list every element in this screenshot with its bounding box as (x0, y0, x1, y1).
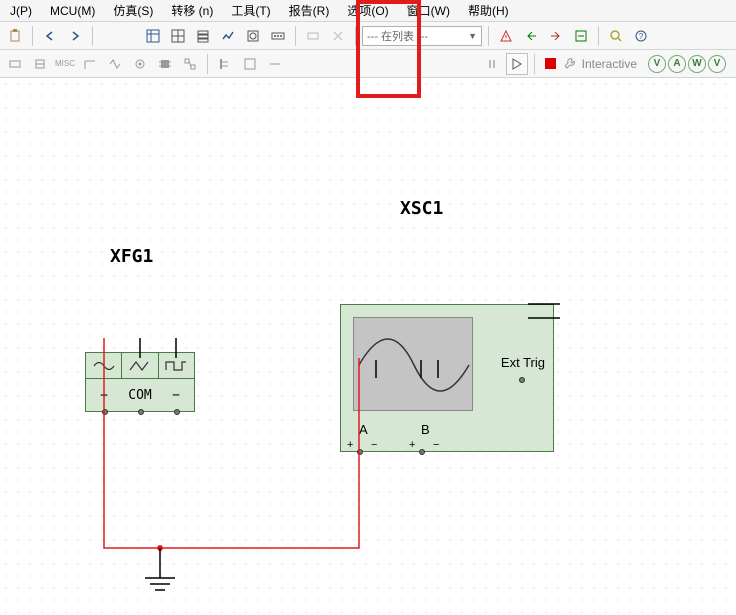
spreadsheet-icon[interactable] (167, 25, 189, 47)
schematic-canvas[interactable]: XFG1 + COM − XSC1 Ext Trig A B + − + − (0, 78, 736, 615)
menu-reports[interactable]: 报告(R) (281, 0, 338, 22)
menu-label: 窗口(W) (407, 4, 450, 18)
pin-ch-a[interactable] (357, 449, 363, 455)
menu-label: J(P) (10, 4, 32, 18)
forward-annotate-icon[interactable] (545, 25, 567, 47)
separator (295, 26, 296, 46)
ultiboard-icon[interactable] (570, 25, 592, 47)
postprocessor-icon[interactable] (242, 25, 264, 47)
separator (207, 54, 208, 74)
pin-com[interactable] (138, 409, 144, 415)
component-icon (327, 25, 349, 47)
stop-icon[interactable] (545, 58, 556, 69)
function-generator-xfg1[interactable]: + COM − (85, 352, 195, 412)
menu-label: 选项(O) (347, 4, 388, 18)
menu-label: 仿真(S) (113, 4, 153, 18)
electromech-icon[interactable] (104, 53, 126, 75)
junction-icon[interactable] (239, 53, 261, 75)
xsc1-label: XSC1 (400, 198, 443, 219)
toolbar-main: --- 在列表 --- ▼ ? (0, 22, 736, 50)
separator (355, 26, 356, 46)
menu-label: 转移 (n) (171, 4, 213, 18)
menu-label: MCU(M) (50, 4, 95, 18)
menu-bar: J(P) MCU(M) 仿真(S) 转移 (n) 工具(T) 报告(R) 选项(… (0, 0, 736, 22)
paste-icon[interactable] (4, 25, 26, 47)
separator (92, 26, 93, 46)
text-icon[interactable] (264, 53, 286, 75)
channel-b-label: B (421, 422, 430, 437)
triangle-wave-icon[interactable] (122, 353, 158, 378)
menu-transfer[interactable]: 转移 (n) (163, 0, 221, 22)
probe-badges: V A W V (648, 55, 726, 73)
com-terminal: COM (122, 388, 158, 403)
back-annotate-icon[interactable] (520, 25, 542, 47)
redo-icon[interactable] (64, 25, 86, 47)
probe-a-icon[interactable]: A (668, 55, 686, 73)
database-icon[interactable] (192, 25, 214, 47)
search-icon[interactable] (605, 25, 627, 47)
minus-terminal: − (158, 388, 194, 403)
erc-icon[interactable] (495, 25, 517, 47)
component-wizard-icon (302, 25, 324, 47)
menu-tools[interactable]: 工具(T) (223, 0, 278, 22)
pin-ext-trig[interactable] (519, 377, 525, 383)
misc-icon[interactable]: MISC (54, 53, 76, 75)
menu-window[interactable]: 窗口(W) (399, 0, 458, 22)
undo-icon[interactable] (39, 25, 61, 47)
separator (534, 54, 535, 74)
channel-a-label: A (359, 422, 368, 437)
pin-plus[interactable] (102, 409, 108, 415)
pol-a-minus: − (371, 439, 377, 451)
terminal-row: + COM − (86, 379, 194, 411)
menu-mcu[interactable]: MCU(M) (42, 1, 103, 21)
svg-text:?: ? (639, 32, 644, 41)
waveform-selector (86, 353, 194, 379)
sim-mode-label: Interactive (582, 57, 637, 71)
bus-icon[interactable] (214, 53, 236, 75)
in-use-list-dropdown[interactable]: --- 在列表 --- ▼ (362, 26, 482, 46)
square-wave-icon[interactable] (159, 353, 194, 378)
mcu-icon[interactable] (154, 53, 176, 75)
pol-b-plus: + (409, 439, 415, 451)
connector-icon[interactable] (129, 53, 151, 75)
xfg1-label: XFG1 (110, 246, 153, 267)
menu-label: 报告(R) (289, 4, 330, 18)
breadboard-icon[interactable] (267, 25, 289, 47)
menu-help[interactable]: 帮助(H) (460, 0, 517, 22)
wrench-icon (563, 57, 577, 71)
menu-label: 帮助(H) (468, 4, 509, 18)
rf-icon[interactable] (79, 53, 101, 75)
pol-a-plus: + (347, 439, 353, 451)
pin-minus[interactable] (174, 409, 180, 415)
chevron-down-icon: ▼ (468, 31, 477, 41)
menu-label: 工具(T) (231, 4, 270, 18)
grapher-icon[interactable] (217, 25, 239, 47)
design-toolbox-icon[interactable] (142, 25, 164, 47)
dropdown-text: --- 在列表 --- (367, 28, 428, 44)
ext-trig-label: Ext Trig (501, 355, 545, 370)
sine-wave-icon[interactable] (86, 353, 122, 378)
pol-b-minus: − (433, 439, 439, 451)
probe-w-icon[interactable]: W (688, 55, 706, 73)
separator (598, 26, 599, 46)
menu-j[interactable]: J(P) (2, 1, 40, 21)
menu-simulate[interactable]: 仿真(S) (105, 0, 161, 22)
source-icon[interactable] (4, 53, 26, 75)
plus-terminal: + (86, 388, 122, 403)
basic-icon[interactable] (29, 53, 51, 75)
pin-ch-b[interactable] (419, 449, 425, 455)
run-button[interactable] (506, 53, 528, 75)
hier-block-icon[interactable] (179, 53, 201, 75)
pause-icon (481, 53, 503, 75)
help-icon[interactable]: ? (630, 25, 652, 47)
separator (32, 26, 33, 46)
toolbar-components: MISC Interactive V A W V (0, 50, 736, 78)
menu-options[interactable]: 选项(O) (339, 0, 396, 22)
separator (488, 26, 489, 46)
probe-v-icon[interactable]: V (648, 55, 666, 73)
scope-screen (353, 317, 473, 411)
probe-v2-icon[interactable]: V (708, 55, 726, 73)
oscilloscope-xsc1[interactable]: Ext Trig A B + − + − (340, 304, 554, 452)
